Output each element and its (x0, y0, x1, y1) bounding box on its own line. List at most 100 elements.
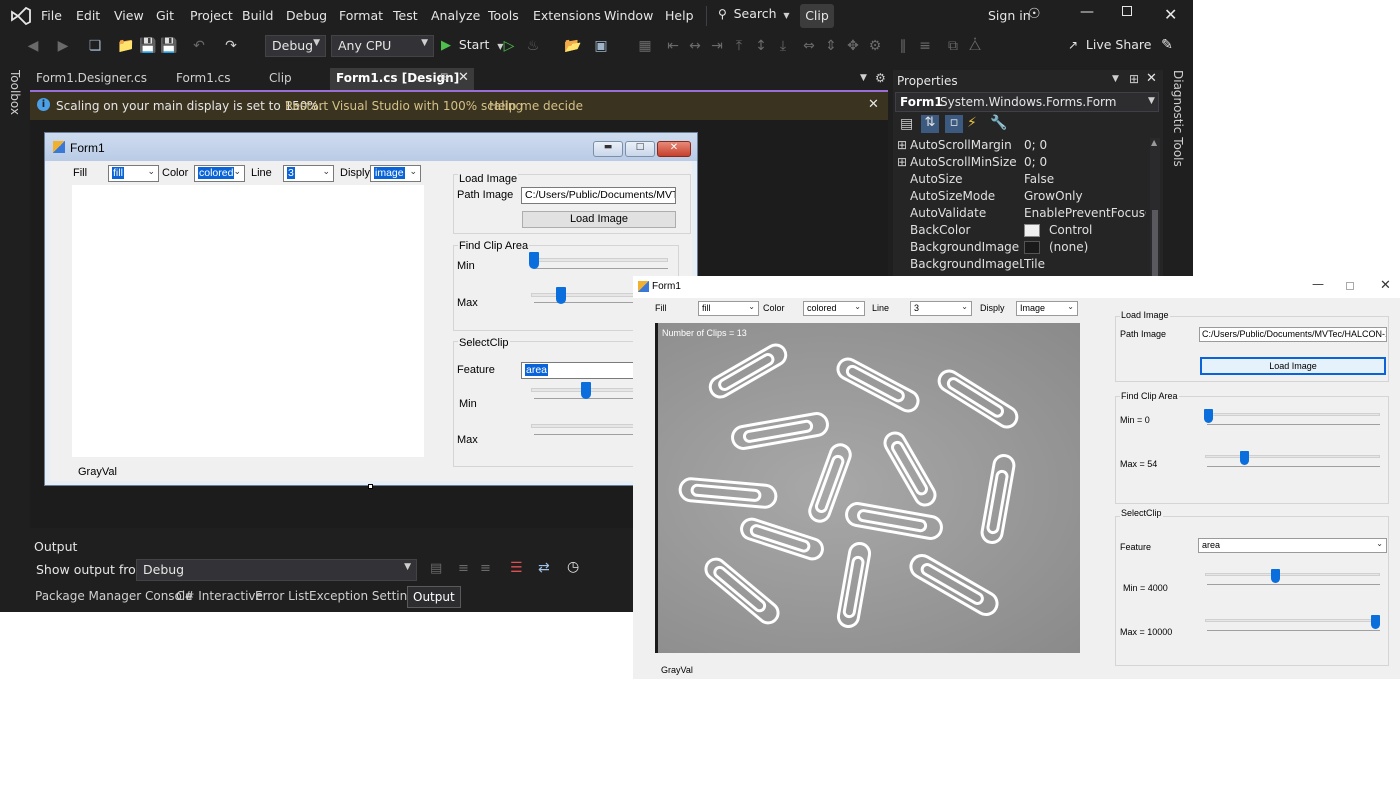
align-grid-icon[interactable]: ▦ (636, 37, 654, 55)
scroll-up-icon[interactable]: ▲ (1151, 138, 1157, 147)
find-message-icon[interactable]: ▤ (430, 561, 442, 576)
pin-icon[interactable]: ⊞ (440, 72, 448, 83)
select-max-slider-thumb[interactable] (1371, 615, 1380, 629)
designer-maximize-icon[interactable]: □ (625, 141, 655, 157)
hot-reload-icon[interactable]: ♨ (524, 37, 542, 55)
menu-analyze[interactable]: Analyze (431, 8, 480, 23)
same-size-icon[interactable]: ✥ (844, 37, 862, 55)
align-center-icon[interactable]: ↔ (686, 37, 704, 55)
chevron-down-icon[interactable]: ▼ (1112, 74, 1119, 84)
tab-form1-designer-cs[interactable]: Form1.Designer.cs (30, 68, 168, 90)
menu-window[interactable]: Window (604, 8, 653, 23)
tab-form1-design[interactable]: Form1.cs [Design] (330, 68, 474, 90)
menu-file[interactable]: File (41, 8, 62, 23)
designer-form[interactable]: Form1 ▬ □ ✕ Fill fill ⌄ Color colored ⌄ Li… (44, 132, 698, 486)
find-max-slider-track[interactable] (1205, 455, 1380, 458)
close-icon[interactable]: ✕ (1164, 5, 1177, 24)
select-min-slider-track[interactable] (1205, 573, 1380, 576)
align-bottom-icon[interactable]: ⤓ (774, 37, 792, 55)
tab-list-chevron-icon[interactable]: ▼ (860, 73, 867, 83)
same-width-icon[interactable]: ⇔ (800, 37, 818, 55)
fill-combo[interactable]: fill ⌄ (108, 165, 159, 182)
load-image-button[interactable]: Load Image (1200, 357, 1386, 375)
undo-icon[interactable]: ↶ (190, 37, 208, 55)
menu-tools[interactable]: Tools (488, 8, 519, 23)
start-button[interactable]: ▶ Start ▼ (441, 37, 503, 55)
alphabetical-icon[interactable]: ⇅ (921, 115, 939, 133)
line-combo[interactable]: 3 ⌄ (283, 165, 334, 182)
prop-row[interactable]: AutoSize False (897, 172, 1157, 189)
spacing-horizontal-icon[interactable]: ∥ (894, 37, 912, 55)
halcon-image-display[interactable]: Number of Clips = 13 (655, 323, 1080, 653)
platform-dropdown[interactable]: Any CPU ▼ (331, 35, 434, 57)
save-icon[interactable]: 💾 (139, 37, 157, 55)
prop-row[interactable]: ⊞ AutoScrollMargin 0; 0 (897, 138, 1157, 155)
find-min-slider-thumb[interactable] (529, 252, 539, 269)
menu-format[interactable]: Format (339, 8, 383, 23)
designer-close-icon[interactable]: ✕ (657, 141, 691, 157)
prop-value[interactable]: Tile (1024, 257, 1146, 271)
sign-in-link[interactable]: Sign in (988, 8, 1031, 23)
select-max-slider-track[interactable] (1205, 619, 1380, 622)
line-combo[interactable]: 3 ⌄ (910, 301, 972, 316)
close-icon[interactable]: ✕ (1146, 71, 1157, 86)
prop-row[interactable]: BackgroundImageLayout Tile (897, 257, 1157, 274)
send-to-back-icon[interactable]: ⧊ (966, 37, 984, 55)
prop-row[interactable]: BackColor Control (897, 223, 1157, 240)
prop-value[interactable]: (none) (1049, 240, 1149, 254)
feedback-icon[interactable]: ✎ (1158, 36, 1176, 54)
align-middle-icon[interactable]: ↕ (752, 37, 770, 55)
minimize-icon[interactable]: — (1312, 277, 1324, 291)
zoom-icon[interactable]: ⚙ (866, 37, 884, 55)
live-share-button[interactable]: ↗ Live Share (1068, 37, 1151, 55)
solution-explorer-icon[interactable]: 📂 (564, 37, 582, 55)
clock-icon[interactable]: ◷ (567, 559, 579, 575)
prop-value[interactable]: 0; 0 (1024, 138, 1146, 152)
find-min-slider-track[interactable] (1205, 413, 1380, 416)
tab-output[interactable]: Output (407, 586, 461, 608)
menu-extensions[interactable]: Extensions (533, 8, 601, 23)
find-max-slider-thumb[interactable] (556, 287, 566, 304)
properties-icon[interactable]: ▫ (945, 115, 963, 133)
color-combo[interactable]: colored ⌄ (803, 301, 865, 316)
menu-test[interactable]: Test (393, 8, 418, 23)
color-combo[interactable]: colored ⌄ (194, 165, 245, 182)
close-tab-icon[interactable]: ✕ (458, 70, 469, 85)
prop-row[interactable]: ⊞ AutoScrollMinSize 0; 0 (897, 155, 1157, 172)
output-source-dropdown[interactable]: Debug ▼ (136, 559, 417, 581)
word-wrap-icon[interactable]: ⇄ (538, 560, 550, 576)
align-right-icon[interactable]: ⇥ (708, 37, 726, 55)
prop-value[interactable]: False (1024, 172, 1146, 186)
tab-clip[interactable]: Clip (263, 68, 328, 90)
toolbox-tab[interactable]: Toolbox (8, 70, 22, 115)
fill-combo[interactable]: fill ⌄ (698, 301, 759, 316)
spacing-vertical-icon[interactable]: ≡ (916, 37, 934, 55)
gear-icon[interactable]: ⚙ (875, 71, 886, 85)
prop-row[interactable]: BackgroundImage (none) (897, 240, 1157, 257)
solution-name-badge[interactable]: Clip (800, 4, 834, 28)
menu-debug[interactable]: Debug (286, 8, 327, 23)
halcon-window-control[interactable] (72, 185, 424, 457)
clear-all-icon[interactable]: ☰ (510, 560, 523, 576)
tab-form1-cs[interactable]: Form1.cs (170, 68, 260, 90)
categorized-icon[interactable]: ▤ (900, 116, 918, 134)
search-button[interactable]: ⚲ Search ▼ (718, 6, 790, 26)
find-min-slider-track[interactable] (531, 258, 668, 262)
menu-project[interactable]: Project (190, 8, 233, 23)
align-top-icon[interactable]: ⤒ (730, 37, 748, 55)
menu-view[interactable]: View (114, 8, 144, 23)
property-pages-icon[interactable]: 🔧 (990, 115, 1007, 131)
go-prev-icon[interactable]: ≡ (458, 561, 469, 576)
diagnostic-tools-tab[interactable]: Diagnostic Tools (1171, 70, 1185, 167)
close-infobar-icon[interactable]: ✕ (868, 97, 879, 112)
layout-icon[interactable]: ▣ (592, 37, 610, 55)
go-next-icon[interactable]: ≡ (480, 561, 491, 576)
restore-icon[interactable] (1122, 6, 1132, 16)
save-all-icon[interactable]: 💾 (160, 37, 178, 55)
open-folder-icon[interactable]: 📁 (117, 37, 135, 55)
same-height-icon[interactable]: ⇕ (822, 37, 840, 55)
find-max-slider-thumb[interactable] (1240, 451, 1249, 465)
prop-value[interactable]: 0; 0 (1024, 155, 1146, 169)
redo-icon[interactable]: ↷ (222, 37, 240, 55)
maximize-icon[interactable] (1346, 282, 1354, 290)
